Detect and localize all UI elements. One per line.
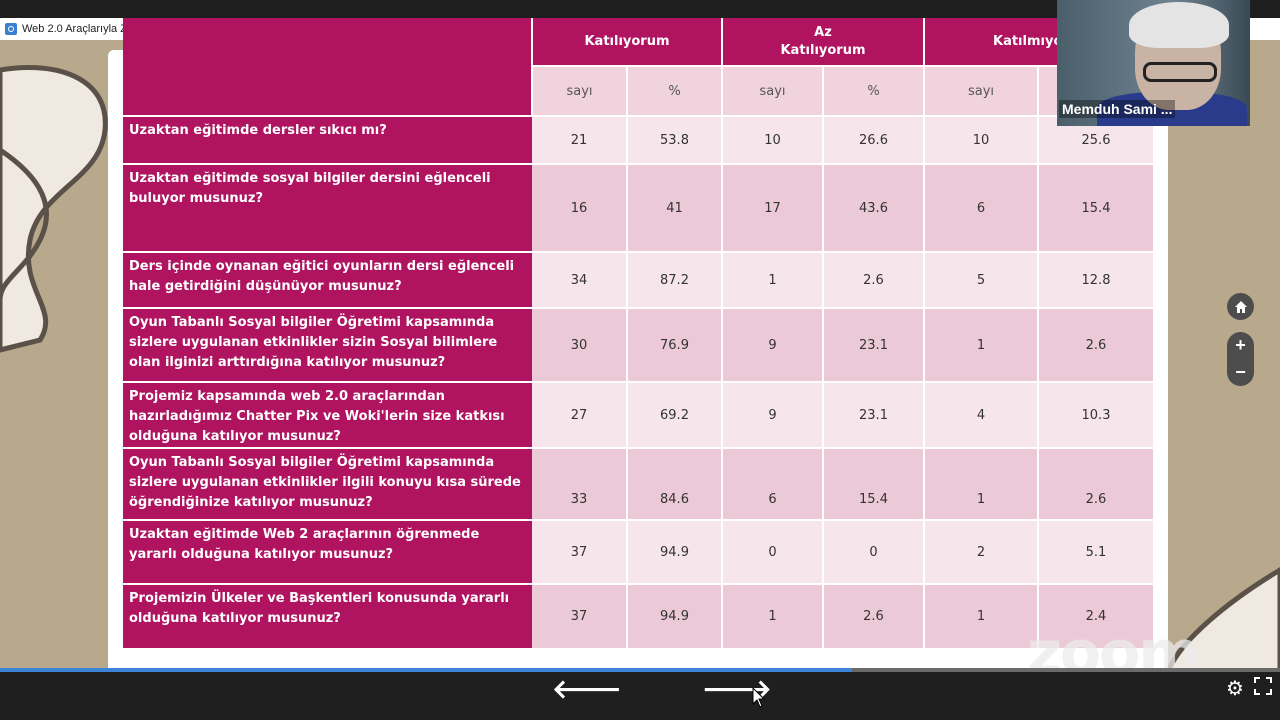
value-cell: 87.2 [627, 251, 723, 308]
sub-header: sayı [722, 65, 824, 116]
value-cell: 37 [532, 583, 628, 648]
value-cell: 27 [532, 381, 628, 448]
participant-name: Memduh Sami ... [1059, 100, 1176, 118]
value-cell: 9 [722, 381, 824, 448]
value-cell: 1 [722, 251, 824, 308]
settings-icon[interactable]: ⚙ [1226, 676, 1244, 701]
value-cell: 0 [823, 519, 925, 584]
table-row: Oyun Tabanlı Sosyal bilgiler Öğretimi ka… [123, 307, 1155, 382]
value-cell: 4 [924, 381, 1039, 448]
group-header-disagree-text: Katılmıyo [993, 33, 1063, 49]
table-row: Uzaktan eğitimde sosyal bilgiler dersini… [123, 163, 1155, 252]
group-header-partly-agree: Az Katılıyorum [722, 18, 925, 66]
table-row: Uzaktan eğitimde Web 2 araçlarının öğren… [123, 519, 1155, 584]
value-cell: 5.1 [1038, 519, 1155, 584]
question-cell: Oyun Tabanlı Sosyal bilgiler Öğretimi ka… [123, 447, 532, 520]
app-icon [5, 23, 17, 35]
group-header-partly-agree-text: Az Katılıyorum [780, 24, 866, 58]
question-cell: Uzaktan eğitimde dersler sıkıcı mı? [123, 115, 532, 164]
bottom-toolbar [0, 672, 1280, 720]
table-row: Projemizin Ülkeler ve Başkentleri konusu… [123, 583, 1155, 648]
sub-header: % [627, 65, 723, 116]
value-cell: 34 [532, 251, 628, 308]
value-cell: 1 [924, 307, 1039, 382]
group-header-agree: Katılıyorum [532, 18, 723, 66]
table-row: Oyun Tabanlı Sosyal bilgiler Öğretimi ka… [123, 447, 1155, 520]
zoom-in-button[interactable]: + [1235, 335, 1246, 356]
table-row: Projemiz kapsamında web 2.0 araçlarından… [123, 381, 1155, 448]
sub-header: % [823, 65, 925, 116]
value-cell: 76.9 [627, 307, 723, 382]
sub-header: sayı [924, 65, 1039, 116]
zoom-controls: + − [1227, 332, 1254, 386]
value-cell: 33 [532, 447, 628, 520]
sub-header: sayı [532, 65, 628, 116]
value-cell: 94.9 [627, 583, 723, 648]
value-cell: 0 [722, 519, 824, 584]
video-person-hair [1129, 2, 1229, 48]
question-cell: Projemiz kapsamında web 2.0 araçlarından… [123, 381, 532, 448]
value-cell: 2.6 [823, 583, 925, 648]
value-cell: 26.6 [823, 115, 925, 164]
value-cell: 23.1 [823, 307, 925, 382]
participant-video[interactable]: Memduh Sami ... [1057, 0, 1250, 126]
zoom-out-button[interactable]: − [1235, 362, 1246, 383]
previous-slide-button[interactable]: 🡐 [552, 674, 622, 705]
value-cell: 9 [722, 307, 824, 382]
home-button[interactable] [1227, 293, 1254, 320]
value-cell: 43.6 [823, 163, 925, 252]
video-person-glasses [1143, 62, 1217, 82]
value-cell: 2 [924, 519, 1039, 584]
value-cell: 21 [532, 115, 628, 164]
mouse-cursor-icon [752, 687, 766, 708]
value-cell: 37 [532, 519, 628, 584]
value-cell: 15.4 [1038, 163, 1155, 252]
value-cell: 10.3 [1038, 381, 1155, 448]
value-cell: 1 [924, 447, 1039, 520]
value-cell: 5 [924, 251, 1039, 308]
value-cell: 6 [924, 163, 1039, 252]
value-cell: 41 [627, 163, 723, 252]
question-cell: Uzaktan eğitimde Web 2 araçlarının öğren… [123, 519, 532, 584]
value-cell: 94.9 [627, 519, 723, 584]
value-cell: 2.6 [823, 251, 925, 308]
value-cell: 17 [722, 163, 824, 252]
question-cell: Ders içinde oynanan eğitici oyunların de… [123, 251, 532, 308]
value-cell: 53.8 [627, 115, 723, 164]
survey-table: Katılıyorum Az Katılıyorum Katılmıyo say… [123, 18, 1155, 648]
table-row: Ders içinde oynanan eğitici oyunların de… [123, 251, 1155, 308]
table-row: Uzaktan eğitimde dersler sıkıcı mı? 21 5… [123, 115, 1155, 164]
question-header-cell [123, 18, 533, 116]
value-cell: 1 [722, 583, 824, 648]
question-cell: Uzaktan eğitimde sosyal bilgiler dersini… [123, 163, 532, 252]
question-cell: Oyun Tabanlı Sosyal bilgiler Öğretimi ka… [123, 307, 532, 382]
value-cell: 69.2 [627, 381, 723, 448]
value-cell: 84.6 [627, 447, 723, 520]
question-cell: Projemizin Ülkeler ve Başkentleri konusu… [123, 583, 532, 648]
value-cell: 30 [532, 307, 628, 382]
value-cell: 6 [722, 447, 824, 520]
value-cell: 2.6 [1038, 307, 1155, 382]
value-cell: 23.1 [823, 381, 925, 448]
value-cell: 2.6 [1038, 447, 1155, 520]
value-cell: 12.8 [1038, 251, 1155, 308]
fullscreen-icon[interactable] [1254, 677, 1272, 695]
value-cell: 10 [924, 115, 1039, 164]
value-cell: 1 [924, 583, 1039, 648]
value-cell: 16 [532, 163, 628, 252]
home-icon [1234, 300, 1247, 313]
value-cell: 10 [722, 115, 824, 164]
value-cell: 15.4 [823, 447, 925, 520]
